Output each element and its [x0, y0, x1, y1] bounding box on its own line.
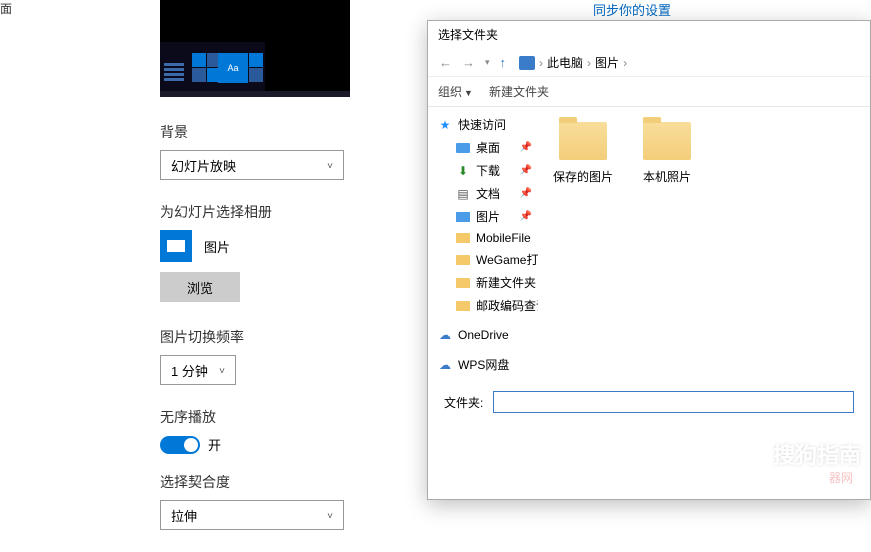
background-preview: Aa [160, 0, 350, 97]
folder-icon [643, 122, 691, 160]
dialog-sidebar: ★快速访问 桌面📌 ⬇下载📌 ▤文档📌 图片📌 MobileFile WeGam… [428, 107, 538, 377]
shuffle-toggle[interactable] [160, 436, 200, 454]
sidebar-fragment: 面 [0, 0, 6, 20]
pin-icon: 📌 [520, 142, 532, 153]
organize-menu[interactable]: 组织▼ [438, 83, 473, 100]
chevron-right-icon: › [623, 56, 627, 70]
watermark-text: 搜狗指南 [773, 438, 861, 470]
folder-icon [559, 122, 607, 160]
pc-icon [519, 56, 535, 70]
pin-icon: 📌 [520, 211, 532, 222]
nav-forward-button[interactable]: → [459, 55, 478, 70]
watermark: S 搜狗指南 [729, 436, 861, 472]
folder-picker-dialog: 选择文件夹 ← → ▾ ↑ › 此电脑 › 图片 › 组织▼ 新建文件夹 ★快速… [427, 20, 871, 500]
sidebar-quick-access[interactable]: ★快速访问 [428, 113, 538, 136]
sidebar-downloads[interactable]: ⬇下载📌 [428, 159, 538, 182]
fit-dropdown[interactable]: 拉伸 ˅ [160, 500, 344, 530]
sidebar-mobilefile[interactable]: MobileFile [428, 228, 538, 248]
breadcrumb-current[interactable]: 图片 [595, 54, 619, 71]
sidebar-documents[interactable]: ▤文档📌 [428, 182, 538, 205]
dialog-title: 选择文件夹 [428, 21, 870, 49]
chevron-down-icon: ˅ [327, 511, 333, 522]
folder-label: 保存的图片 [553, 168, 613, 185]
chevron-right-icon: › [587, 56, 591, 70]
chevron-down-icon: ▼ [464, 88, 473, 98]
folder-saved-pictures[interactable]: 保存的图片 [553, 122, 613, 185]
dialog-content[interactable]: 保存的图片 本机照片 [538, 107, 870, 377]
folder-icon [456, 278, 470, 288]
browse-button[interactable]: 浏览 [160, 272, 240, 302]
chevron-down-icon[interactable]: ▾ [482, 57, 493, 68]
background-dropdown[interactable]: 幻灯片放映 ˅ [160, 150, 344, 180]
star-icon: ★ [438, 119, 452, 131]
document-icon: ▤ [456, 188, 470, 200]
preview-sample-tile: Aa [218, 53, 248, 83]
breadcrumb-root[interactable]: 此电脑 [547, 54, 583, 71]
desktop-icon [456, 143, 470, 153]
sidebar-wegame[interactable]: WeGame打不开怎 [428, 248, 538, 271]
chevron-down-icon: ˅ [219, 366, 225, 377]
sidebar-onedrive[interactable]: ☁OneDrive [428, 325, 538, 345]
folder-icon [456, 301, 470, 311]
sidebar-wps[interactable]: ☁WPS网盘 [428, 353, 538, 376]
dialog-toolbar: 组织▼ 新建文件夹 [428, 77, 870, 107]
chevron-right-icon: › [539, 56, 543, 70]
address-bar[interactable]: › 此电脑 › 图片 › [519, 54, 629, 71]
sidebar-desktop[interactable]: 桌面📌 [428, 136, 538, 159]
shuffle-state: 开 [208, 435, 221, 454]
nav-up-button[interactable]: ↑ [497, 55, 510, 70]
new-folder-button[interactable]: 新建文件夹 [489, 83, 549, 100]
folder-camera-roll[interactable]: 本机照片 [643, 122, 691, 185]
album-name: 图片 [204, 237, 230, 256]
frequency-value: 1 分钟 [171, 361, 208, 380]
fit-value: 拉伸 [171, 506, 197, 525]
watermark-sub: 器网 [829, 469, 853, 486]
sidebar-pictures[interactable]: 图片📌 [428, 205, 538, 228]
pictures-icon [456, 212, 470, 222]
cloud-icon: ☁ [438, 359, 452, 371]
sidebar-newfolder[interactable]: 新建文件夹 (3) [428, 271, 538, 294]
sidebar-postal[interactable]: 邮政编码查询，邮编 [428, 294, 538, 317]
folder-input-label: 文件夹: [444, 394, 483, 411]
nav-back-button[interactable]: ← [436, 55, 455, 70]
pin-icon: 📌 [520, 165, 532, 176]
download-icon: ⬇ [456, 165, 470, 177]
chevron-down-icon: ˅ [327, 161, 333, 172]
pictures-icon [160, 230, 192, 262]
dialog-footer: 文件夹: [428, 377, 870, 427]
pin-icon: 📌 [520, 188, 532, 199]
cloud-icon: ☁ [438, 329, 452, 341]
folder-name-input[interactable] [493, 391, 854, 413]
frequency-dropdown[interactable]: 1 分钟 ˅ [160, 355, 236, 385]
watermark-icon: S [729, 436, 765, 472]
folder-icon [456, 255, 470, 265]
dialog-nav: ← → ▾ ↑ › 此电脑 › 图片 › [428, 49, 870, 77]
folder-icon [456, 233, 470, 243]
background-dropdown-value: 幻灯片放映 [171, 156, 236, 175]
folder-label: 本机照片 [643, 168, 691, 185]
sync-settings-link[interactable]: 同步你的设置 [593, 0, 671, 19]
